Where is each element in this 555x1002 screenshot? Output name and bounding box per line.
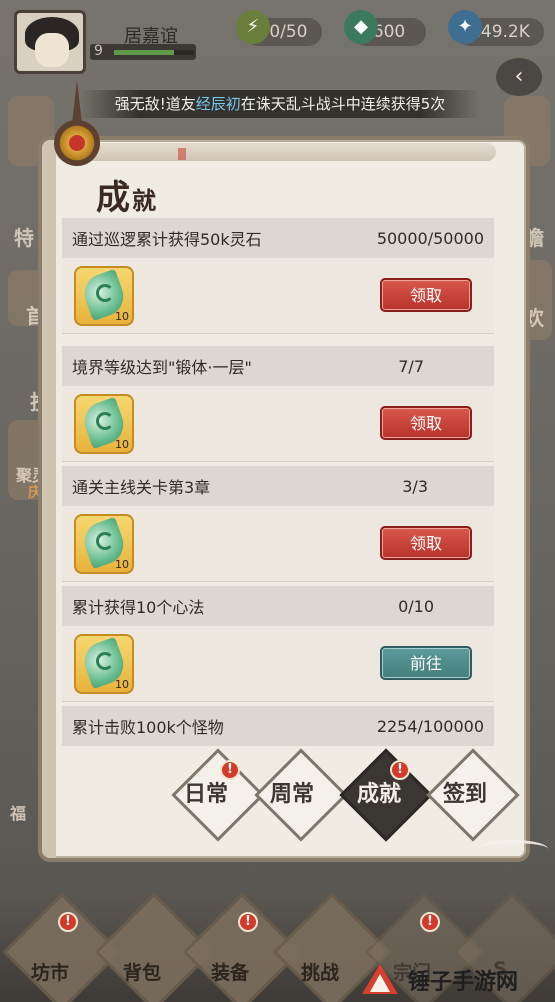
achievement-row: 10 领取 [62,506,494,582]
nav-market-label: 坊市 [30,962,69,984]
exp-bar [114,50,194,55]
swirl-icon [96,284,114,302]
ornament-gem [69,135,85,151]
tab-signin-label: 签到 [442,781,487,807]
side-label: 欢 [524,306,544,330]
watermark-logo-icon [362,964,398,994]
seal-mark [178,148,186,160]
announcement-suffix: 在诛天乱斗战斗中连续获得5次 [240,95,446,113]
nav-market-badge: ! [58,912,78,932]
reward-quantity: 10 [115,310,129,323]
reward-item[interactable]: 10 [74,266,134,326]
achievement-task: 累计获得10个心法 [72,598,205,617]
achievement-task: 累计击败100k个怪物 [72,718,224,737]
nav-equipment-label: 装备 [210,962,249,984]
panel-title-char-2: 就 [132,186,158,215]
achievement-row-header: 境界等级达到"锻体·一层" 7/7 [62,346,494,386]
reward-item[interactable]: 10 [74,394,134,454]
jade-icon: ◆ [344,10,378,44]
achievement-task: 境界等级达到"锻体·一层" [72,358,252,377]
nav-challenge-label: 挑战 [300,962,339,984]
achievement-row: 10 领取 [62,386,494,462]
achievement-row-header: 累计击败100k个怪物 2254/100000 [62,706,494,746]
side-label: 特 [14,226,34,250]
reward-quantity: 10 [115,438,129,451]
ornament-spike [72,80,82,124]
panel-title: 成就 [96,170,158,219]
achievement-row-header: 通过巡逻累计获得50k灵石 50000/50000 [62,218,494,258]
goto-button[interactable]: 前往 [380,646,472,680]
lightning-icon: ⚡ [236,10,270,44]
nav-bag-label: 背包 [122,962,161,984]
achievement-task: 通过巡逻累计获得50k灵石 [72,230,262,249]
tab-daily-label: 日常 [183,781,228,807]
claim-button[interactable]: 领取 [380,526,472,560]
announcement-prefix: 强无敌!道友 [114,95,196,113]
claim-button[interactable]: 领取 [380,278,472,312]
swirl-icon [96,652,114,670]
panel-edge [42,140,56,858]
reward-item[interactable]: 10 [74,634,134,694]
spirit-stone-icon: ✦ [448,10,482,44]
side-label: 庆 [28,485,42,501]
announcement-banner: 强无敌!道友经辰初在诛天乱斗战斗中连续获得5次 [80,90,480,118]
achievement-row-header: 通关主线关卡第3章 3/3 [62,466,494,506]
watermark-text: 锤子手游网 [408,970,519,995]
nav-equipment-badge: ! [238,912,258,932]
avatar-face [35,33,69,67]
achievement-row-header: 累计获得10个心法 0/10 [62,586,494,626]
brush-stroke-decoration [478,840,548,858]
scroll-roll [56,143,496,161]
achievement-row: 10 领取 [62,258,494,334]
swirl-icon [96,412,114,430]
reward-item[interactable]: 10 [74,514,134,574]
back-arrow-icon: ‹ [514,64,524,89]
claim-button[interactable]: 领取 [380,406,472,440]
side-label: 福 [10,804,27,823]
side-label: 瞻 [524,226,544,250]
achievement-progress: 7/7 [398,356,424,376]
swirl-icon [96,532,114,550]
nav-sect-badge: ! [420,912,440,932]
achievement-progress: 3/3 [402,476,428,496]
achievement-progress: 2254/100000 [376,716,484,736]
player-avatar[interactable] [14,10,86,74]
tab-weekly-label: 周常 [269,781,314,807]
player-level: 9 [94,43,103,59]
achievement-list[interactable]: 通过巡逻累计获得50k灵石 50000/50000 10 领取 境界等级达到"锻… [62,218,494,748]
exp-bar-fill [114,50,174,55]
reward-quantity: 10 [115,558,129,571]
announcement-player[interactable]: 经辰初 [196,95,241,113]
achievement-row: 10 前往 [62,626,494,702]
tab-achievement-label: 成就 [356,781,401,807]
achievement-progress: 0/10 [398,596,434,616]
achievement-progress: 50000/50000 [376,228,484,248]
tab-achievement-badge: ! [390,760,410,780]
achievement-task: 通关主线关卡第3章 [72,478,211,497]
back-button[interactable]: ‹ [496,58,542,96]
panel-title-char-1: 成 [96,178,132,218]
tab-daily-badge: ! [220,760,240,780]
reward-quantity: 10 [115,678,129,691]
